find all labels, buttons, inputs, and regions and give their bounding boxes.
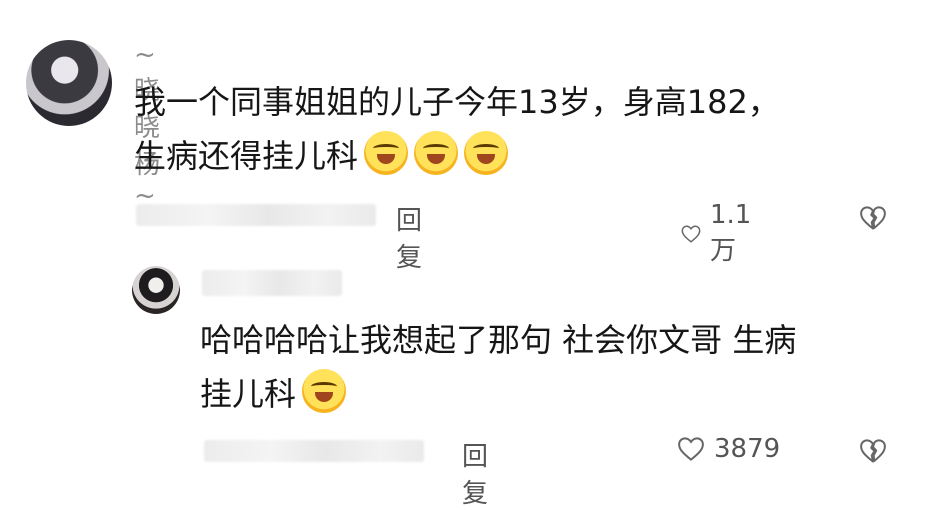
heart-outline-icon [678,437,704,461]
reply-text-line-2: 挂儿科 [200,375,297,413]
laughing-crying-emoji-icon [414,131,459,175]
heart-outline-icon [681,224,701,243]
broken-heart-icon[interactable] [858,203,888,233]
reply-avatar[interactable] [132,266,180,314]
comment-text-line-2: 生病还得挂儿科 [134,137,359,175]
blurred-username [202,270,342,296]
comment-text: 我一个同事姐姐的儿子今年13岁，身高182， 生病还得挂儿科 [134,75,874,183]
like-button[interactable]: 3879 [676,434,780,464]
laughing-crying-emoji-icon [364,131,409,175]
reply-button[interactable]: 回复 [396,200,422,274]
blurred-meta [204,440,424,462]
avatar[interactable] [26,40,112,126]
reply-text-line-1: 哈哈哈哈让我想起了那句 社会你文哥 生病 [200,321,797,359]
like-count: 1.1万 [709,200,752,266]
broken-heart-icon[interactable] [858,436,888,466]
like-button[interactable]: 1.1万 [680,200,759,267]
reply-text: 哈哈哈哈让我想起了那句 社会你文哥 生病 挂儿科 [200,313,900,421]
reply-button[interactable]: 回复 [462,436,488,510]
comment-text-line-1: 我一个同事姐姐的儿子今年13岁，身高182， [134,83,780,121]
laughing-crying-emoji-icon [464,131,509,175]
laughing-crying-emoji-icon [302,369,347,413]
blurred-meta [136,204,376,226]
like-count: 3879 [714,434,781,464]
